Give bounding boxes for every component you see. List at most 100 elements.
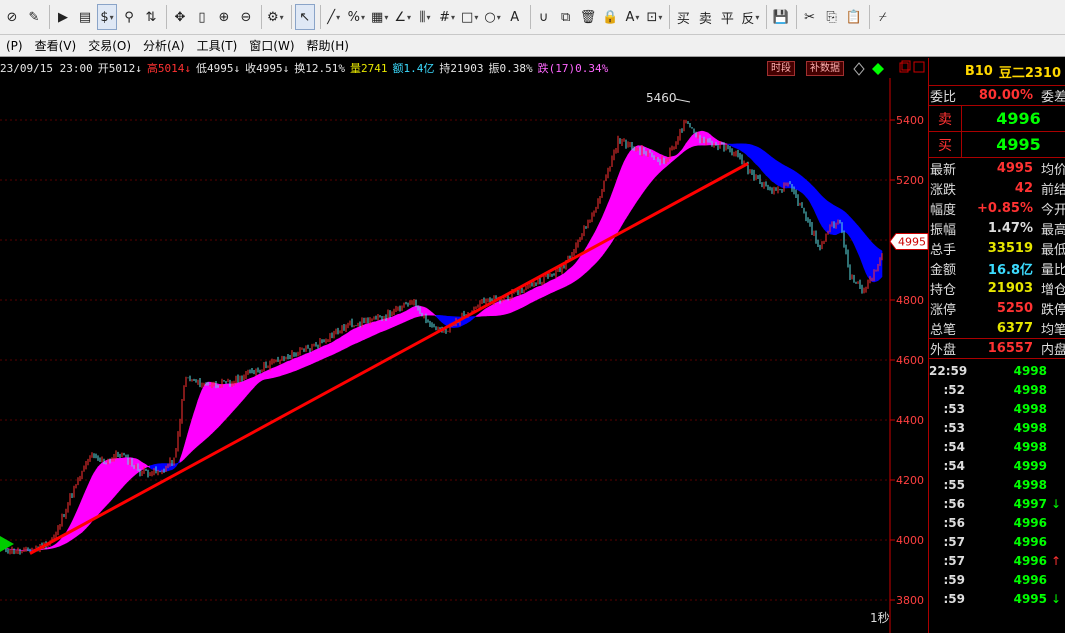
edit-icon[interactable]: ✎	[24, 4, 44, 30]
magnet-icon[interactable]: ∪	[534, 4, 554, 30]
toolbar-separator	[319, 5, 321, 29]
quote-label-2: 增仓	[1041, 282, 1065, 298]
dollar-icon[interactable]: $	[97, 4, 117, 30]
cut-icon[interactable]: ✂	[800, 4, 820, 30]
close-position-button[interactable]: 平	[717, 4, 737, 30]
zoom-out-icon[interactable]: ⊖	[236, 4, 256, 30]
tick-time: :53	[943, 420, 966, 435]
quote-row: 最新 4995 均价	[929, 158, 1065, 178]
tick-price: 4999	[1013, 458, 1047, 473]
info-field: 23/09/15 23:00	[0, 61, 93, 75]
menu-item[interactable]: 窗口(W)	[243, 37, 300, 54]
quote-row: 持仓 21903 增仓	[929, 278, 1065, 298]
menu-item[interactable]: 帮助(H)	[301, 37, 355, 54]
tick-time: :59	[943, 572, 966, 587]
quote-value: +0.85%	[977, 200, 1033, 216]
save-icon[interactable]: 💾	[770, 4, 790, 30]
info-field: 换12.51%	[294, 62, 345, 75]
symbol-code: B10	[964, 64, 993, 79]
trend-line[interactable]	[29, 162, 749, 555]
tick-price: 4996	[1013, 515, 1047, 530]
vertical-bar-icon[interactable]: ▯	[192, 4, 212, 30]
last-price-text: 4995	[898, 236, 926, 249]
buy-row[interactable]: 买 4995	[929, 131, 1065, 158]
diamond-green-icon[interactable]	[872, 63, 884, 75]
quote-value: 1.47%	[987, 220, 1033, 236]
candles	[1, 119, 883, 555]
quote-label-2: 均价	[1041, 162, 1065, 178]
tick-time: :59	[943, 591, 966, 606]
document-icon[interactable]: ▤	[75, 4, 95, 30]
tick-time: 22:59	[929, 363, 968, 378]
menu-item[interactable]: 交易(O)	[82, 37, 137, 54]
outer-value: 16557	[987, 341, 1033, 356]
grid-tool-icon[interactable]: ▦	[369, 4, 390, 30]
quote-label-2: 最低	[1041, 242, 1065, 258]
diamond-outline-icon[interactable]	[853, 62, 865, 76]
tick-price: 4998	[1013, 477, 1047, 492]
info-field: 量2741	[349, 62, 388, 75]
menu-item[interactable]: 查看(V)	[29, 37, 83, 54]
tick-row: :54 4999	[929, 456, 1065, 475]
kline-chart[interactable]: 3800400042004400460048005000520054005460…	[0, 78, 928, 633]
weicha-label: 委差	[1041, 90, 1065, 105]
copy-layer-icon[interactable]: ⧉	[556, 4, 576, 30]
tick-row: :57 4996	[929, 532, 1065, 551]
play-icon[interactable]: ▶	[53, 4, 73, 30]
angle-tool-icon[interactable]: ∠	[392, 4, 413, 30]
info-field: 振0.38%	[488, 62, 533, 75]
tick-time: :53	[943, 401, 966, 416]
brush-icon[interactable]: ⌿	[873, 4, 893, 30]
info-field: 跌(17)0.34%	[537, 62, 609, 75]
quote-row: 幅度 +0.85% 今开	[929, 198, 1065, 218]
delete-icon[interactable]: 🗑	[578, 4, 599, 30]
filter-icon[interactable]: ⚲	[119, 4, 139, 30]
text-tool-icon[interactable]: A	[505, 4, 525, 30]
fill-data-button[interactable]: 补数据	[806, 61, 844, 76]
tick-row: :53 4998	[929, 418, 1065, 437]
zoom-in-icon[interactable]: ⊕	[214, 4, 234, 30]
tick-time: :54	[943, 458, 966, 473]
menu-item[interactable]: (P)	[0, 39, 29, 53]
percent-tool-icon[interactable]: %	[346, 4, 367, 30]
cursor-icon[interactable]: ↖	[294, 4, 315, 30]
sort-icon[interactable]: ⇅	[141, 4, 161, 30]
move-icon[interactable]: ✥	[170, 4, 190, 30]
tick-row: :56 4997 ↓	[929, 494, 1065, 513]
menu-item[interactable]: 工具(T)	[191, 37, 244, 54]
info-field: 额1.4亿	[392, 62, 435, 75]
save-box-icon[interactable]: ⊡	[644, 4, 664, 30]
paste-icon[interactable]: 📋	[844, 4, 864, 30]
lock-icon[interactable]: 🔒	[600, 4, 620, 30]
tick-price: 4998	[1013, 420, 1047, 435]
toolbar-separator	[529, 5, 531, 29]
toolbar-separator	[290, 5, 292, 29]
reverse-button[interactable]: 反	[739, 4, 761, 30]
buy-button[interactable]: 买	[673, 4, 693, 30]
menu-item[interactable]: 分析(A)	[137, 37, 191, 54]
circle-tool-icon[interactable]: ○	[482, 4, 502, 30]
sell-button[interactable]: 卖	[695, 4, 715, 30]
maximize-window-icon[interactable]	[913, 61, 925, 73]
toolbar-separator	[261, 5, 262, 29]
buy-price: 4995	[996, 135, 1041, 154]
high-marker-line	[674, 98, 691, 103]
rect-tool-icon[interactable]: □	[459, 4, 480, 30]
hash-tool-icon[interactable]: #	[437, 4, 457, 30]
tick-row: :56 4996	[929, 513, 1065, 532]
sell-row[interactable]: 卖 4996	[929, 105, 1065, 132]
restore-window-icon[interactable]	[899, 60, 911, 73]
info-field: 开5012↓	[97, 62, 142, 75]
band-segment-down	[175, 462, 179, 468]
color-text-icon[interactable]: A	[622, 4, 642, 30]
y-tick-label: 4000	[896, 534, 924, 547]
tick-row: :59 4995 ↓	[929, 589, 1065, 608]
copy-icon[interactable]: ⎘	[822, 4, 842, 30]
tick-list[interactable]: 22:59 4998:52 4998:53 4998:53 4998:54 4998:54…	[929, 359, 1065, 608]
level-tool-icon[interactable]: ⫼	[415, 4, 435, 30]
crosshair-icon[interactable]: ⊘	[2, 4, 22, 30]
line-tool-icon[interactable]: ╱	[324, 4, 344, 30]
gear-icon[interactable]: ⚙	[265, 4, 286, 30]
session-button[interactable]: 时段	[767, 61, 795, 76]
menu-bar: (P) 查看(V) 交易(O) 分析(A) 工具(T) 窗口(W) 帮助(H)	[0, 35, 1065, 57]
